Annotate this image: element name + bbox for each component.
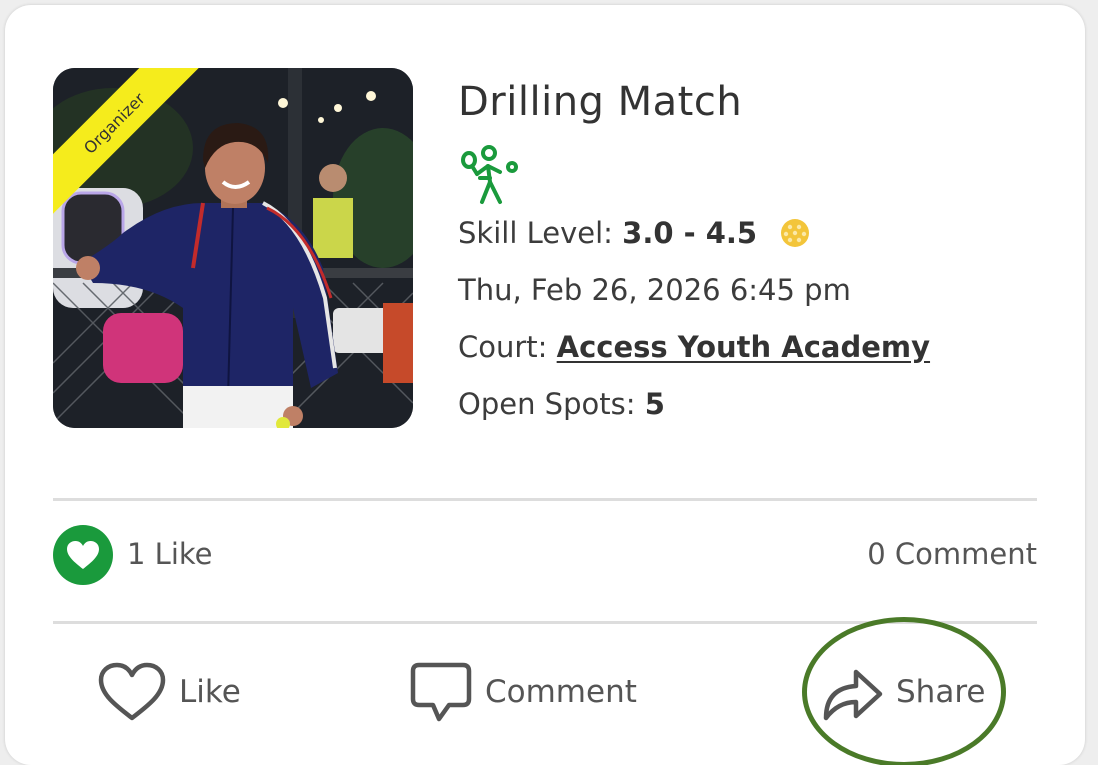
open-spots-label: Open Spots: [458, 387, 645, 421]
divider-top [53, 498, 1037, 501]
skill-level-label: Skill Level: [458, 216, 623, 250]
like-count[interactable]: 1 Like [127, 537, 213, 571]
comment-button[interactable]: Comment [409, 657, 637, 727]
share-highlight-circle [802, 617, 1006, 765]
engagement-stats: 1 Like 0 Comment [53, 525, 1037, 585]
heart-outline-icon [98, 662, 166, 721]
organizer-photo[interactable]: Organizer [53, 68, 413, 428]
court-info: Court: Access Youth Academy [458, 330, 930, 364]
comment-button-label: Comment [485, 674, 637, 710]
event-card: Organizer Drilling Match Skill Level: 3.… [5, 5, 1085, 765]
event-title: Drilling Match [458, 79, 743, 125]
event-datetime: Thu, Feb 26, 2026 6:45 pm [458, 273, 851, 307]
skill-level-value: 3.0 - 4.5 [622, 216, 758, 250]
comment-count[interactable]: 0 Comment [867, 537, 1037, 571]
court-label: Court: [458, 330, 557, 364]
court-link[interactable]: Access Youth Academy [557, 330, 930, 364]
open-spots: Open Spots: 5 [458, 387, 665, 421]
like-button[interactable]: Like [97, 657, 241, 727]
pickleball-icon [781, 219, 810, 247]
open-spots-value: 5 [644, 387, 665, 421]
pickleball-player-icon [461, 145, 518, 204]
comment-bubble-icon [410, 662, 472, 722]
skill-level: Skill Level: 3.0 - 4.5 [458, 216, 810, 250]
liked-heart-icon [53, 525, 113, 585]
like-button-label: Like [179, 674, 241, 710]
